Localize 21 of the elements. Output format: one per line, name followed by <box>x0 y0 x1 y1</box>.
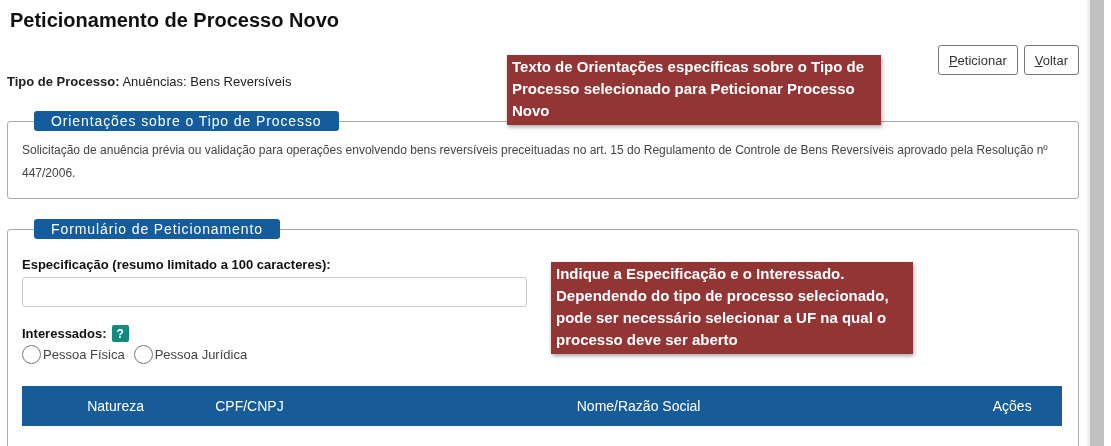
callout-note: Texto de Orientações específicas sobre o Tipo de Processo selecionado para Peticionar Processo Novo <box>507 55 881 125</box>
input-field[interactable] <box>22 277 527 307</box>
radio-label[interactable]: Pessoa Jurídica <box>154 347 248 362</box>
page-title: Peticionamento de Processo Novo <box>10 9 340 32</box>
column-header: Natureza <box>86 398 145 414</box>
guidance-text: Solicitação de anuência prévia ou validação para operações envolvendo bens reversíveis preceituadas no art. 15 do Regulamento de Controle de Bens Reversíveis aprovado pela Resolução nº 447/2006. <box>22 142 1049 182</box>
column-header: CPF/CNPJ <box>215 398 285 414</box>
section-legend: Orientações sobre o Tipo de Processo <box>34 111 339 131</box>
section-legend: Formulário de Peticionamento <box>34 219 280 239</box>
action-button[interactable]: Peticionar <box>937 45 1018 75</box>
help-badge[interactable]: ? <box>111 325 129 342</box>
field-label: Tipo de Processo: <box>7 74 120 89</box>
field-label: Interessados: <box>22 326 107 341</box>
column-header: Ações <box>991 398 1033 414</box>
radio-label[interactable]: Pessoa Física <box>43 347 125 362</box>
field-label: Especificação (resumo limitado a 100 caracteres): <box>22 257 332 272</box>
scrollbar[interactable] <box>1087 0 1104 446</box>
action-button[interactable]: Voltar <box>1023 45 1079 75</box>
column-header: Nome/Razão Social <box>575 398 702 414</box>
callout-note: Indique a Especificação e o Interessado. Dependendo do tipo de processo selecionado, pode ser necessário selecionar a UF na qual o processo deve ser aberto <box>551 262 913 354</box>
field-value: Anuências: Bens Reversíveis <box>122 74 292 89</box>
